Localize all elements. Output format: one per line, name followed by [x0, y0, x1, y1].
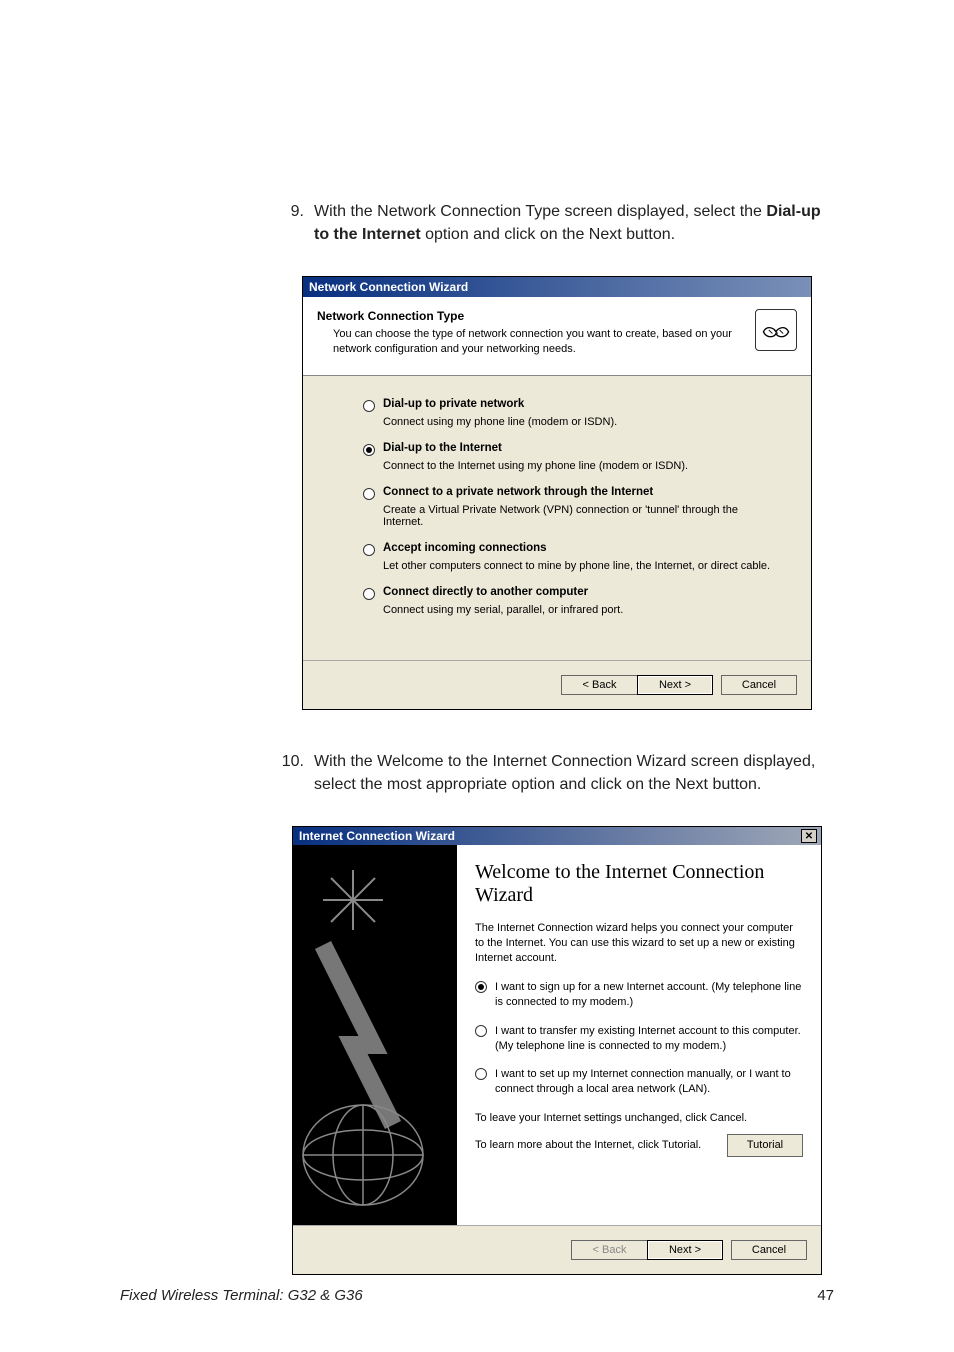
radio-option-dialup-private[interactable]: Dial-up to private network: [363, 398, 781, 412]
page-number: 47: [817, 1287, 834, 1304]
tutorial-note: To learn more about the Internet, click …: [475, 1138, 701, 1153]
option-desc: Connect using my serial, parallel, or in…: [383, 604, 781, 616]
cancel-button[interactable]: Cancel: [721, 675, 797, 695]
wizard-titlebar: Internet Connection Wizard ✕: [293, 827, 821, 845]
step-text: With the Welcome to the Internet Connect…: [314, 750, 834, 796]
network-connection-wizard: Network Connection Wizard Network Connec…: [302, 276, 812, 710]
wizard-header-title: Network Connection Type: [317, 309, 735, 323]
radio-icon[interactable]: [475, 1068, 487, 1080]
wizard-intro: The Internet Connection wizard helps you…: [475, 921, 803, 966]
radio-icon[interactable]: [363, 488, 375, 500]
step-number: 10.: [280, 750, 314, 796]
option-desc: Let other computers connect to mine by p…: [383, 560, 781, 572]
back-button[interactable]: < Back: [561, 675, 637, 695]
footer-text: Fixed Wireless Terminal: G32 & G36: [120, 1287, 363, 1304]
radio-option-transfer[interactable]: I want to transfer my existing Internet …: [475, 1024, 803, 1054]
option-text: I want to sign up for a new Internet acc…: [495, 980, 803, 1010]
option-text: I want to set up my Internet connection …: [495, 1067, 803, 1097]
cancel-note: To leave your Internet settings unchange…: [475, 1111, 803, 1126]
radio-icon[interactable]: [475, 981, 487, 993]
option-text: I want to transfer my existing Internet …: [495, 1024, 803, 1054]
wizard-titlebar: Network Connection Wizard: [303, 277, 811, 297]
wizard-footer: < Back Next > Cancel: [293, 1225, 821, 1274]
wizard-heading: Welcome to the Internet Connection Wizar…: [475, 861, 803, 907]
page-footer: Fixed Wireless Terminal: G32 & G36 47: [120, 1287, 834, 1304]
wizard-header: Network Connection Type You can choose t…: [303, 297, 811, 376]
step-9: 9. With the Network Connection Type scre…: [280, 200, 834, 246]
next-button[interactable]: Next >: [637, 675, 713, 695]
wizard-header-subtitle: You can choose the type of network conne…: [317, 327, 735, 357]
handshake-icon: [755, 309, 797, 351]
next-button[interactable]: Next >: [647, 1240, 723, 1260]
radio-icon[interactable]: [475, 1025, 487, 1037]
option-desc: Connect to the Internet using my phone l…: [383, 460, 781, 472]
back-button: < Back: [571, 1240, 647, 1260]
radio-icon[interactable]: [363, 544, 375, 556]
radio-icon[interactable]: [363, 588, 375, 600]
internet-connection-wizard: Internet Connection Wizard ✕: [292, 826, 822, 1275]
radio-icon[interactable]: [363, 444, 375, 456]
step-text: With the Network Connection Type screen …: [314, 200, 834, 246]
radio-option-direct[interactable]: Connect directly to another computer: [363, 586, 781, 600]
wizard-content: Welcome to the Internet Connection Wizar…: [457, 845, 821, 1225]
wizard-title-text: Internet Connection Wizard: [299, 829, 455, 843]
radio-icon[interactable]: [363, 400, 375, 412]
close-icon[interactable]: ✕: [801, 829, 817, 843]
step-number: 9.: [280, 200, 314, 246]
wizard-side-graphic: [293, 845, 457, 1225]
wizard-footer: < Back Next > Cancel: [303, 660, 811, 709]
radio-option-signup[interactable]: I want to sign up for a new Internet acc…: [475, 980, 803, 1010]
step-10: 10. With the Welcome to the Internet Con…: [280, 750, 834, 796]
radio-option-vpn[interactable]: Connect to a private network through the…: [363, 486, 781, 500]
wizard-body: Dial-up to private network Connect using…: [303, 376, 811, 660]
cancel-button[interactable]: Cancel: [731, 1240, 807, 1260]
option-desc: Create a Virtual Private Network (VPN) c…: [383, 504, 781, 528]
radio-option-dialup-internet[interactable]: Dial-up to the Internet: [363, 442, 781, 456]
option-desc: Connect using my phone line (modem or IS…: [383, 416, 781, 428]
radio-option-incoming[interactable]: Accept incoming connections: [363, 542, 781, 556]
tutorial-button[interactable]: Tutorial: [727, 1134, 803, 1157]
radio-option-manual[interactable]: I want to set up my Internet connection …: [475, 1067, 803, 1097]
